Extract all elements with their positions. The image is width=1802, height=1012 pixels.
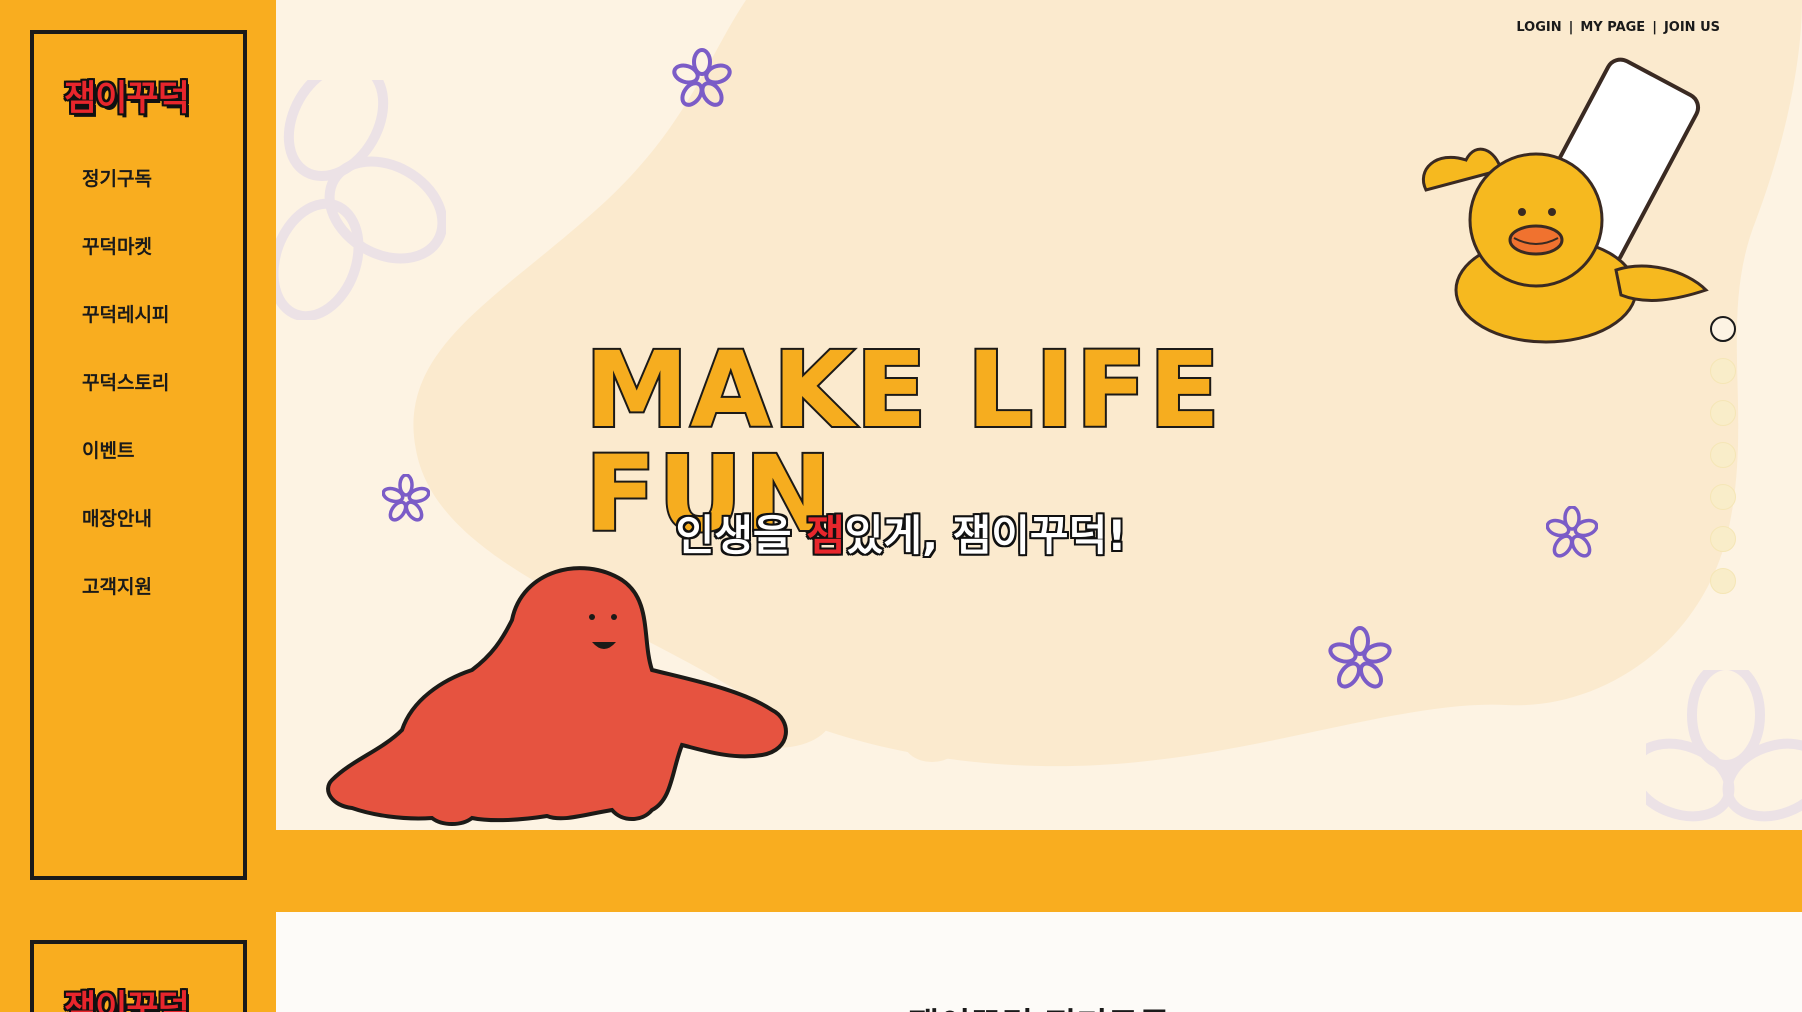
hero-bottom-band <box>276 830 1802 912</box>
section-title: 잼이꾸덕 정기구독 <box>276 998 1802 1012</box>
slide-dot-1[interactable] <box>1710 316 1736 342</box>
nav-item-event[interactable]: 이벤트 <box>82 436 169 504</box>
nav-item-market[interactable]: 꾸덕마켓 <box>82 232 169 300</box>
slide-dot-4[interactable] <box>1710 442 1736 468</box>
faint-flower-icon <box>276 80 446 320</box>
login-link[interactable]: LOGIN <box>1516 20 1561 35</box>
faint-flower-icon <box>1646 670 1802 822</box>
subline-part: 인생을 <box>675 511 807 560</box>
nav-item-recipe[interactable]: 꾸덕레시피 <box>82 300 169 368</box>
flower-icon <box>1328 626 1392 689</box>
subline-part: 있게, 잼이꾸덕! <box>844 511 1127 560</box>
nav-item-support[interactable]: 고객지원 <box>82 572 169 640</box>
slide-dot-3[interactable] <box>1710 400 1736 426</box>
nav-item-story[interactable]: 꾸덕스토리 <box>82 368 169 436</box>
separator: | <box>1568 20 1574 35</box>
nav-item-subscription[interactable]: 정기구독 <box>82 164 169 232</box>
slide-dot-7[interactable] <box>1710 568 1736 594</box>
subscription-section: 잼이꾸덕 정기구독 <box>276 912 1802 1012</box>
separator: | <box>1652 20 1657 35</box>
slide-dot-6[interactable] <box>1710 526 1736 552</box>
slide-dot-5[interactable] <box>1710 484 1736 510</box>
join-link[interactable]: JOIN US <box>1664 20 1720 35</box>
mypage-link[interactable]: MY PAGE <box>1580 20 1645 35</box>
jam-blob-illustration <box>326 566 788 826</box>
sidebar-panel-secondary: 잼이꾸덕 <box>30 940 247 1012</box>
hero-subheadline: 인생을 잼있게, 잼이꾸덕! <box>0 502 1802 563</box>
flower-icon <box>672 48 732 107</box>
duck-illustration <box>1421 57 1709 344</box>
brand-logo-secondary[interactable]: 잼이꾸덕 <box>64 980 190 1012</box>
slide-indicator <box>1710 316 1736 594</box>
top-utility-links: LOGIN | MY PAGE | JOIN US <box>1516 20 1720 35</box>
brand-logo[interactable]: 잼이꾸덕 <box>64 70 190 121</box>
subline-accent: 잼 <box>806 511 845 560</box>
slide-dot-2[interactable] <box>1710 358 1736 384</box>
main-nav: 정기구독 꾸덕마켓 꾸덕레시피 꾸덕스토리 이벤트 매장안내 고객지원 <box>82 164 169 640</box>
sidebar-panel: 잼이꾸덕 정기구독 꾸덕마켓 꾸덕레시피 꾸덕스토리 이벤트 매장안내 고객지원 <box>30 30 247 880</box>
